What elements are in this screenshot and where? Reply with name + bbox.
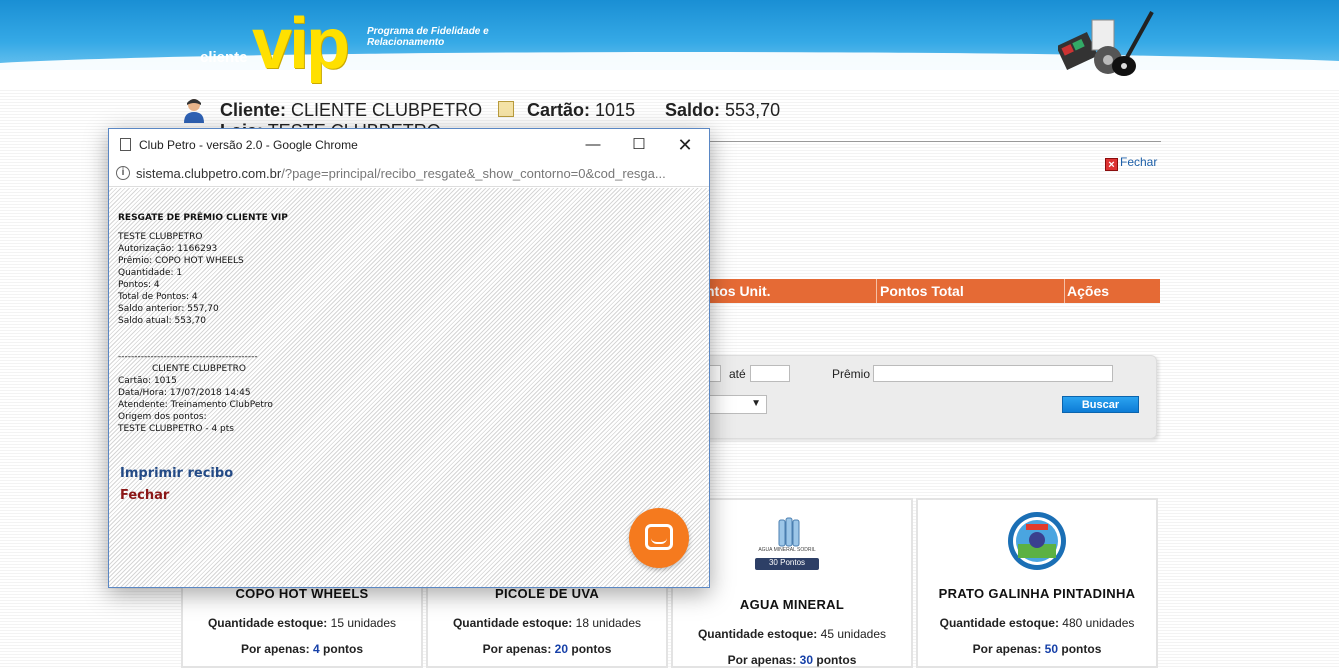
close-window-icon[interactable]: ✕ <box>662 133 708 157</box>
receipt-line: Autorização: 1166293 <box>118 244 218 254</box>
points-suffix: pontos <box>1061 642 1102 656</box>
price-label: Por apenas: <box>727 653 797 667</box>
receipt-heading: RESGATE DE PRÊMIO CLIENTE VIP <box>118 213 288 223</box>
divider <box>700 141 1161 142</box>
date-to-input[interactable] <box>750 365 790 382</box>
client-info-row: Cliente: CLIENTE CLUBPETRO Cartão: 1015 … <box>183 97 1163 141</box>
receipt-line: Atendente: Treinamento ClubPetro <box>118 400 273 410</box>
product-badge-points: 30 Pontos <box>768 558 806 567</box>
receipt-line: Total de Pontos: 4 <box>118 292 198 302</box>
stock-value: 45 unidades <box>820 627 887 641</box>
column-separator <box>1064 279 1065 303</box>
receipt-line: Cartão: 1015 <box>118 376 177 386</box>
user-icon <box>184 99 204 123</box>
points-value: 4 <box>313 642 320 656</box>
card-label: Cartão: <box>527 100 591 120</box>
url-text[interactable]: sistema.clubpetro.com.br/?page=principal… <box>136 166 706 181</box>
url-path: /?page=principal/recibo_resgate&_show_co… <box>281 166 666 181</box>
search-filter-panel: até Prêmio e ▼ Buscar <box>700 355 1157 439</box>
info-icon[interactable]: i <box>116 166 130 180</box>
dropdown-arrow-icon: ▼ <box>751 398 761 409</box>
points-suffix: pontos <box>323 642 364 656</box>
receipt-line: Quantidade: 1 <box>118 268 183 278</box>
galinha-pintadinha-plate-image <box>1008 512 1066 570</box>
music-film-guitar-icon <box>1058 11 1154 76</box>
address-bar[interactable]: i sistema.clubpetro.com.br/?page=princip… <box>109 160 709 187</box>
popup-title: Club Petro - versão 2.0 - Google Chrome <box>139 138 358 152</box>
card-number: 1015 <box>595 100 636 120</box>
header-banner: cliente vip Programa de Fidelidade e Rel… <box>0 0 1339 90</box>
close-icon: × <box>1105 158 1118 171</box>
maximize-icon[interactable]: ☐ <box>616 133 662 157</box>
document-icon <box>120 138 131 151</box>
column-actions: Ações <box>1067 283 1110 299</box>
redemption-table-header: ntos Unit. Pontos Total Ações <box>700 279 1160 303</box>
prize-label: Prêmio <box>832 367 871 381</box>
column-points-total: Pontos Total <box>880 283 964 299</box>
popup-content: RESGATE DE PRÊMIO CLIENTE VIP TESTE CLUB… <box>109 188 709 587</box>
url-host: sistema.clubpetro.com.br <box>136 166 282 181</box>
product-card[interactable]: PRATO GALINHA PINTADINHA Quantidade esto… <box>916 498 1158 668</box>
column-separator <box>876 279 877 303</box>
stock-value: 480 unidades <box>1062 616 1135 630</box>
points-suffix: pontos <box>571 642 612 656</box>
points-value: 30 <box>799 653 814 667</box>
product-name: PICOLE DE UVA <box>494 586 600 601</box>
stock-label: Quantidade estoque: <box>207 616 328 630</box>
product-name: PRATO GALINHA PINTADINHA <box>938 586 1136 601</box>
prize-input[interactable] <box>873 365 1113 382</box>
receipt-divider: ----------------------------------------… <box>118 352 258 362</box>
receipt-line: Origem dos pontos: <box>118 412 207 422</box>
logo-cliente-text: cliente <box>200 49 248 66</box>
receipt-line: TESTE CLUBPETRO - 4 pts <box>118 424 234 434</box>
stock-label: Quantidade estoque: <box>697 627 818 641</box>
chat-button[interactable] <box>629 508 689 568</box>
edit-icon[interactable] <box>498 101 514 117</box>
minimize-icon[interactable]: — <box>570 133 616 157</box>
stock-value: 18 unidades <box>575 616 642 630</box>
points-suffix: pontos <box>816 653 857 667</box>
filter-select[interactable]: e ▼ <box>701 395 767 414</box>
close-popup-link[interactable]: Fechar <box>120 488 169 503</box>
client-name: CLIENTE CLUBPETRO <box>291 100 483 120</box>
receipt-line: Saldo atual: 553,70 <box>118 316 206 326</box>
receipt-popup-window[interactable]: Club Petro - versão 2.0 - Google Chrome … <box>108 128 710 588</box>
product-name: COPO HOT WHEELS <box>235 586 369 601</box>
points-value: 50 <box>1044 642 1059 656</box>
receipt-line: Pontos: 4 <box>118 280 160 290</box>
stock-label: Quantidade estoque: <box>452 616 573 630</box>
price-label: Por apenas: <box>972 642 1042 656</box>
receipt-line: Saldo anterior: 557,70 <box>118 304 219 314</box>
receipt-client-name: CLIENTE CLUBPETRO <box>152 364 246 374</box>
close-page-label: Fechar <box>1120 155 1158 169</box>
price-label: Por apenas: <box>240 642 310 656</box>
receipt-line: TESTE CLUBPETRO <box>118 232 203 242</box>
receipt-line: Data/Hora: 17/07/2018 14:45 <box>118 388 251 398</box>
client-label: Cliente: <box>220 100 287 120</box>
stock-label: Quantidade estoque: <box>939 616 1059 630</box>
product-badge-caption: AGUA MINERAL SODRIL <box>758 547 816 553</box>
logo-tagline: Programa de Fidelidade e Relacionamento <box>367 26 489 48</box>
balance-value: 553,70 <box>725 100 781 120</box>
search-button[interactable]: Buscar <box>1062 396 1139 413</box>
logo-vip-text: vip <box>252 4 350 84</box>
close-page-link[interactable]: × Fechar <box>1105 155 1157 171</box>
print-receipt-link[interactable]: Imprimir recibo <box>120 466 233 481</box>
chat-icon <box>645 524 673 550</box>
column-points-unit: ntos Unit. <box>706 283 771 299</box>
balance-label: Saldo: <box>665 100 721 120</box>
stock-value: 15 unidades <box>330 616 397 630</box>
popup-title-bar[interactable]: Club Petro - versão 2.0 - Google Chrome … <box>109 129 709 160</box>
date-to-label: até <box>729 367 746 381</box>
product-name: AGUA MINERAL <box>739 597 845 612</box>
receipt-line: Prêmio: COPO HOT WHEELS <box>118 256 244 266</box>
receipt-text: RESGATE DE PRÊMIO CLIENTE VIP TESTE CLUB… <box>118 212 288 435</box>
points-value: 20 <box>554 642 569 656</box>
price-label: Por apenas: <box>482 642 552 656</box>
